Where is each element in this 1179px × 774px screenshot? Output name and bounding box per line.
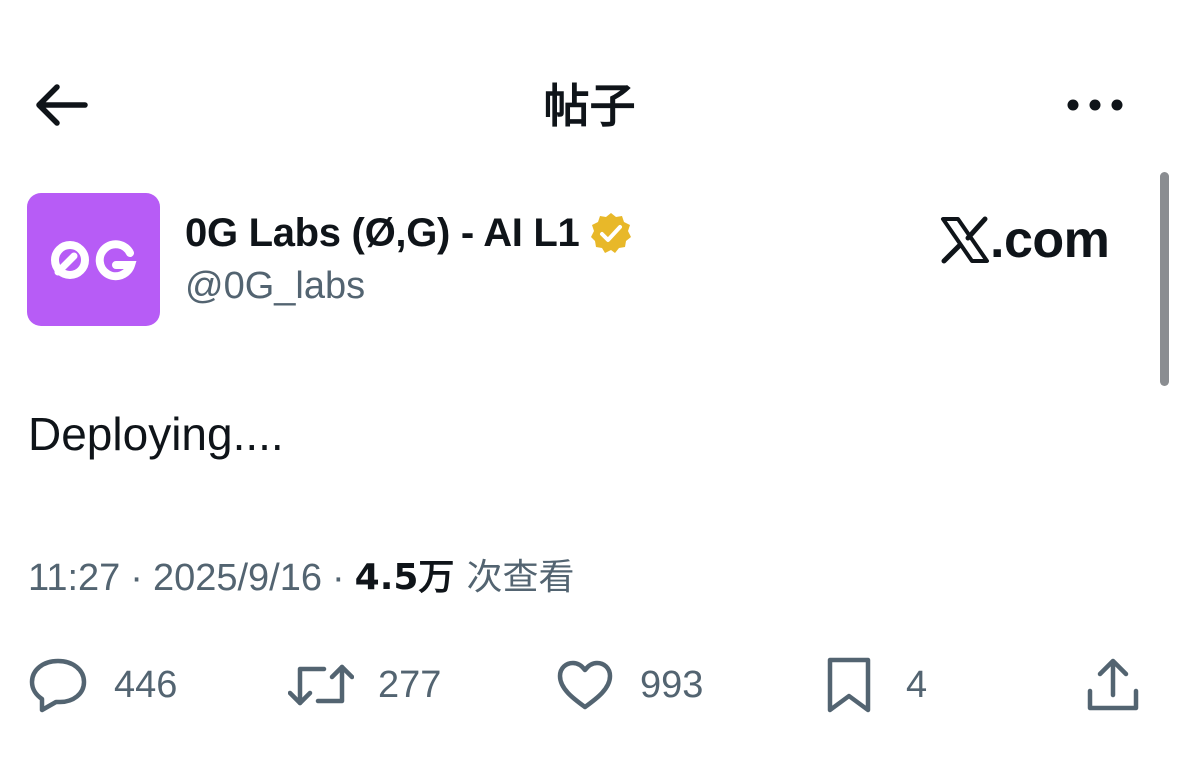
- heart-icon: [557, 660, 613, 710]
- author-name-row[interactable]: 0G Labs (Ø,G) - AI L1: [185, 208, 633, 258]
- reply-count: 446: [114, 664, 178, 706]
- views-count[interactable]: 4.5万: [355, 553, 455, 603]
- reply-icon: [29, 658, 87, 713]
- watermark-text: .com: [990, 211, 1110, 269]
- views-label[interactable]: 次查看: [466, 553, 574, 603]
- bookmark-count: 4: [906, 664, 928, 706]
- bookmark-icon: [827, 657, 871, 713]
- meta-separator: ·: [332, 557, 345, 599]
- like-button[interactable]: 993: [556, 650, 703, 720]
- page-title: 帖子: [543, 79, 636, 133]
- tweet-time[interactable]: 11:27: [28, 553, 120, 603]
- verified-badge-icon: [591, 213, 632, 253]
- like-count: 993: [640, 664, 704, 706]
- more-horizontal-icon: [1067, 99, 1123, 111]
- x-logo-icon: [941, 216, 989, 264]
- tweet-meta: 11:27 · 2025/9/16 · 4.5万 次查看: [28, 553, 574, 603]
- user-handle[interactable]: @0G_labs: [185, 262, 365, 310]
- scrollbar[interactable]: [1160, 172, 1169, 386]
- retweet-button[interactable]: 277: [288, 650, 441, 720]
- avatar[interactable]: [27, 193, 160, 326]
- reply-button[interactable]: 446: [28, 650, 177, 720]
- display-name[interactable]: 0G Labs (Ø,G) - AI L1: [185, 208, 580, 258]
- action-bar: 446 277 993 4: [0, 650, 1179, 720]
- share-button[interactable]: [1086, 650, 1140, 720]
- retweet-icon: [288, 664, 354, 706]
- more-options-button[interactable]: [1058, 82, 1132, 128]
- 0g-logo-icon: [50, 239, 136, 280]
- watermark: .com: [940, 208, 1110, 272]
- bookmark-button[interactable]: 4: [826, 650, 927, 720]
- tweet-text: Deploying....: [28, 408, 284, 460]
- top-app-bar: 帖子: [0, 60, 1179, 150]
- share-icon: [1087, 658, 1139, 711]
- tweet-date[interactable]: 2025/9/16: [153, 553, 322, 603]
- meta-separator: ·: [130, 557, 143, 599]
- retweet-count: 277: [378, 664, 442, 706]
